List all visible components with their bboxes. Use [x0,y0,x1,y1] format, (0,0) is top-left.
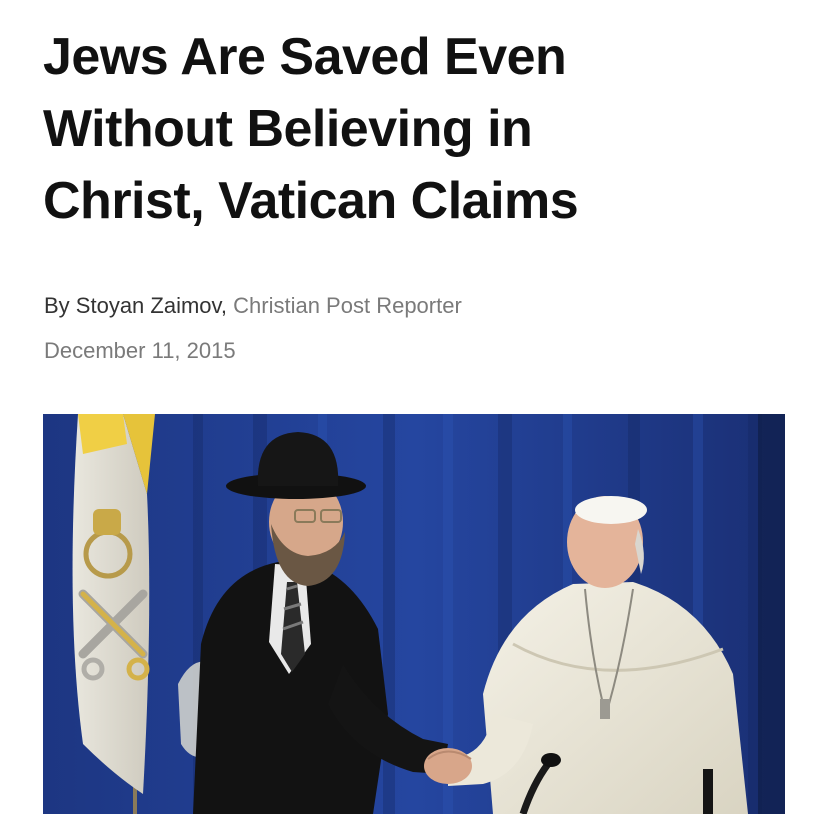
handshake [424,748,472,784]
headline-line-3: Christ, Vatican Claims [43,171,579,230]
headline-line-2: Without Believing in [43,99,533,158]
byline-separator: , [220,293,234,318]
article: Jews Are Saved Even Without Believing in… [0,0,828,814]
byline-prefix: By [44,293,76,318]
publish-date: December 11, 2015 [44,338,236,363]
author-name[interactable]: Stoyan Zaimov [76,293,221,318]
byline: By Stoyan Zaimov, Christian Post Reporte… [44,293,462,319]
headline: Jews Are Saved Even Without Believing in… [43,22,803,237]
article-photo [43,414,785,814]
author-role: Christian Post Reporter [233,293,462,318]
headline-line-1: Jews Are Saved Even [43,28,567,86]
